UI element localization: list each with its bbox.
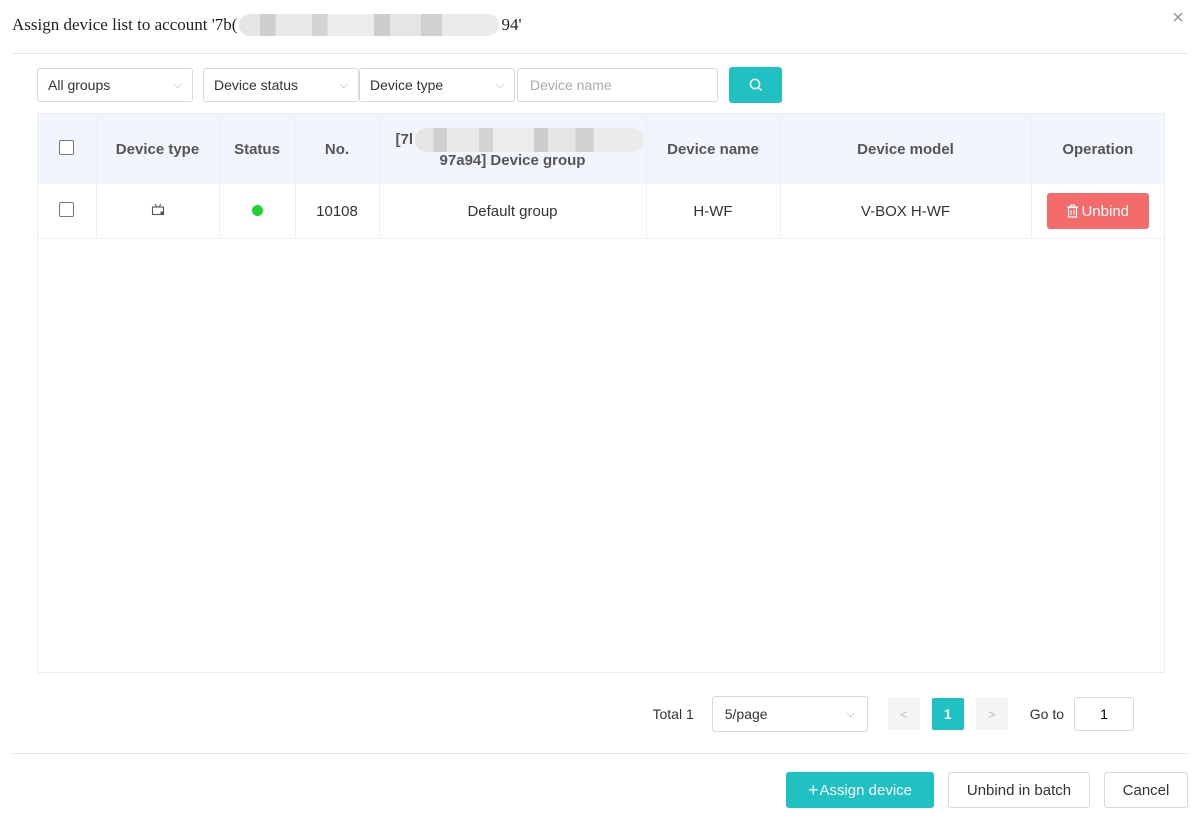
header-no: No. bbox=[295, 114, 380, 184]
device-icon bbox=[151, 203, 164, 215]
dialog-title-prefix: Assign device list to account '7b( bbox=[12, 15, 238, 34]
cell-device-model: V-BOX H-WF bbox=[780, 184, 1032, 239]
unbind-label: Unbind bbox=[1081, 202, 1130, 220]
prev-page-button[interactable]: < bbox=[887, 698, 920, 730]
redacted-account bbox=[239, 14, 500, 36]
type-select[interactable]: Device type ⌵ bbox=[359, 68, 515, 102]
status-select-value: Device status bbox=[214, 77, 299, 93]
header-group-line2: 97a94] Device group bbox=[439, 152, 586, 169]
filter-toolbar: All groups ⌵ Device status ⌵ Device type… bbox=[37, 67, 782, 103]
goto-page: Go to bbox=[1030, 697, 1134, 731]
group-select-value: All groups bbox=[48, 77, 111, 93]
redacted-group-id bbox=[415, 128, 644, 152]
select-all-checkbox[interactable] bbox=[59, 139, 75, 155]
chevron-down-icon: ⌵ bbox=[339, 78, 348, 91]
goto-input[interactable] bbox=[1074, 697, 1134, 731]
header-status: Status bbox=[219, 114, 296, 184]
page-number-current[interactable]: 1 bbox=[931, 698, 964, 730]
header-device-model: Device model bbox=[780, 114, 1032, 184]
trash-icon bbox=[1067, 204, 1079, 218]
total-count: Total 1 bbox=[652, 706, 694, 722]
table-row: 10108 Default group H-WF V-BOX H-WF Unbi… bbox=[38, 184, 1164, 239]
cell-group: Default group bbox=[379, 184, 647, 239]
header-device-group: [7l 97a94] Device group bbox=[379, 114, 647, 184]
chevron-down-icon: ⌵ bbox=[495, 78, 504, 91]
header-select-all bbox=[38, 114, 97, 184]
goto-label: Go to bbox=[1029, 706, 1064, 722]
assign-device-label: Assign device bbox=[819, 781, 913, 799]
search-icon bbox=[749, 78, 762, 92]
dialog-title-suffix: 94' bbox=[501, 15, 522, 34]
status-select[interactable]: Device status ⌵ bbox=[203, 68, 359, 102]
page-size-select[interactable]: 5/page ⌵ bbox=[711, 696, 868, 732]
chevron-right-icon: > bbox=[987, 706, 996, 722]
group-select[interactable]: All groups ⌵ bbox=[37, 68, 193, 102]
dialog-footer: + Assign device Unbind in batch Cancel bbox=[786, 772, 1188, 808]
close-icon[interactable]: × bbox=[1168, 8, 1188, 28]
next-page-button[interactable]: > bbox=[975, 698, 1008, 730]
unbind-button[interactable]: Unbind bbox=[1046, 193, 1149, 229]
title-divider bbox=[12, 53, 1188, 54]
cancel-button[interactable]: Cancel bbox=[1104, 772, 1188, 808]
plus-icon: + bbox=[807, 779, 819, 800]
assign-device-button[interactable]: + Assign device bbox=[786, 772, 934, 808]
page-size-value: 5/page bbox=[724, 706, 768, 722]
footer-divider bbox=[12, 753, 1188, 754]
chevron-left-icon: < bbox=[899, 706, 908, 722]
header-operation: Operation bbox=[1031, 114, 1164, 184]
chevron-down-icon: ⌵ bbox=[846, 707, 855, 720]
search-button[interactable] bbox=[729, 67, 782, 103]
status-online-dot bbox=[251, 204, 263, 216]
header-device-type: Device type bbox=[96, 114, 220, 184]
cell-device-name: H-WF bbox=[646, 184, 781, 239]
chevron-down-icon: ⌵ bbox=[173, 78, 182, 91]
pagination: Total 1 5/page ⌵ < 1 > Go to bbox=[652, 696, 1134, 732]
device-name-input[interactable] bbox=[517, 68, 718, 102]
header-device-name: Device name bbox=[646, 114, 781, 184]
header-group-line1: [7l bbox=[395, 131, 414, 148]
dialog-title: Assign device list to account '7b( 94' bbox=[12, 14, 522, 36]
type-select-value: Device type bbox=[370, 77, 444, 93]
device-table: Device type Status No. [7l 97a94] Device… bbox=[37, 113, 1165, 673]
unbind-batch-button[interactable]: Unbind in batch bbox=[948, 772, 1090, 808]
cell-no: 10108 bbox=[295, 184, 380, 239]
table-header-row: Device type Status No. [7l 97a94] Device… bbox=[38, 114, 1164, 184]
row-checkbox[interactable] bbox=[59, 201, 75, 217]
